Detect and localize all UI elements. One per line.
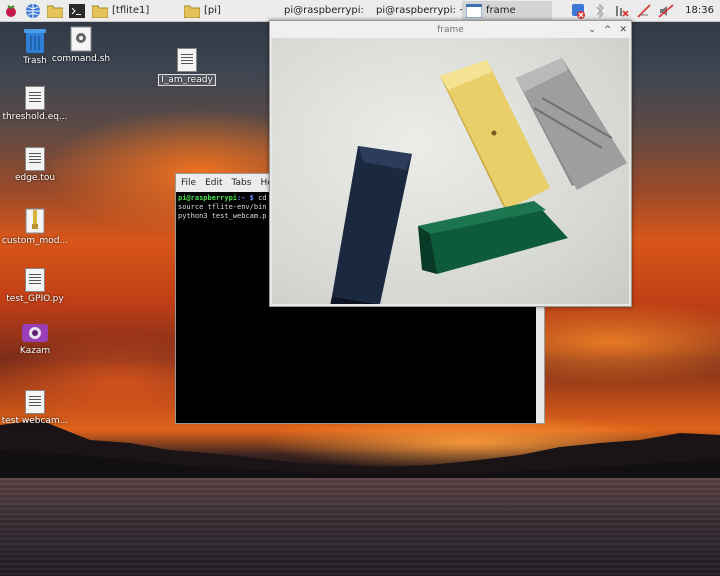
frame-titlebar[interactable]: frame ⌄ ^ ✕: [270, 21, 631, 38]
desktop-icon-i-am-ready[interactable]: I_am_ready: [152, 48, 222, 86]
close-button[interactable]: ✕: [619, 25, 627, 35]
kazam-camera-icon: [22, 324, 48, 342]
task-frame[interactable]: frame: [462, 0, 552, 21]
menu-file[interactable]: File: [181, 178, 196, 188]
desktop-icon-threshold[interactable]: threshold.eq...: [0, 86, 70, 122]
archive-file-icon: [25, 208, 45, 234]
minimize-button[interactable]: ⌄: [588, 25, 596, 35]
prompt-command: cd: [253, 194, 267, 202]
desktop-icon-label: test webcam...: [1, 416, 69, 426]
webcam-photo-blocks: [330, 58, 627, 304]
navy-block: [330, 146, 412, 304]
network-disconnected-icon[interactable]: [613, 2, 631, 20]
task-pi-folder[interactable]: [pi]: [180, 1, 276, 21]
text-file-icon: [177, 48, 197, 72]
webcam-image: [272, 38, 629, 304]
text-file-icon: [25, 147, 45, 171]
frame-title: frame: [437, 24, 464, 35]
folder-icon: [47, 5, 63, 18]
text-file-icon: [25, 390, 45, 414]
mic-muted-icon[interactable]: [635, 2, 653, 20]
wallpaper-water: [0, 478, 720, 576]
menu-tabs[interactable]: Tabs: [232, 178, 252, 188]
script-gear-icon: [70, 26, 92, 52]
browser-launcher[interactable]: [22, 0, 44, 22]
desktop-icon-test-gpio[interactable]: test_GPIO.py: [0, 268, 70, 304]
folder-icon: [92, 5, 108, 18]
desktop-icon-label: Trash: [23, 56, 47, 66]
volume-muted-icon[interactable]: [657, 2, 675, 20]
desktop-icon-test-webcam[interactable]: test webcam...: [0, 390, 70, 426]
menu-edit[interactable]: Edit: [205, 178, 222, 188]
task-label: [tflite1]: [112, 5, 150, 16]
task-label: pi@raspberrypi: ~: [376, 5, 462, 16]
clock[interactable]: 18:36: [685, 5, 714, 16]
task-terminal-2[interactable]: pi@raspberrypi: ~: [368, 1, 462, 21]
file-manager-launcher[interactable]: [44, 0, 66, 22]
task-tflite1[interactable]: [tflite1]: [88, 1, 180, 21]
taskbar: [tflite1] [pi] pi@raspberrypi: ... pi@ra…: [0, 0, 720, 22]
task-label: frame: [486, 5, 516, 16]
desktop-icon-label: edge.tou: [14, 173, 56, 183]
task-terminal-1[interactable]: pi@raspberrypi: ...: [276, 1, 368, 21]
text-file-icon: [25, 86, 45, 110]
desktop-icon-edge[interactable]: edge.tou: [0, 147, 70, 183]
folder-icon: [184, 5, 200, 18]
trash-icon: [24, 29, 46, 53]
frame-window[interactable]: frame ⌄ ^ ✕: [269, 20, 632, 307]
desktop-icon-label: I_am_ready: [158, 74, 216, 86]
raspberry-menu-button[interactable]: [0, 0, 22, 22]
desktop-icon-label: Kazam: [19, 346, 51, 356]
window-icon: [466, 3, 482, 18]
raspberry-icon: [6, 4, 16, 17]
system-tray: 18:36: [569, 2, 720, 20]
desktop-icon-kazam[interactable]: Kazam: [0, 322, 70, 356]
prompt-user: pi@raspberrypi: [178, 194, 238, 202]
desktop-icon-label: test_GPIO.py: [6, 294, 64, 304]
bluetooth-icon[interactable]: [591, 2, 609, 20]
text-file-icon: [25, 268, 45, 292]
task-label: pi@raspberrypi: ...: [284, 5, 368, 16]
desktop-icon-label: command.sh: [51, 54, 111, 64]
desktop-icon-label: custom_mod...: [1, 236, 69, 246]
desktop-icon-command-sh[interactable]: command.sh: [46, 26, 116, 64]
green-block: [418, 201, 568, 274]
prompt-path: :~ $: [237, 194, 254, 202]
update-icon[interactable]: [569, 2, 587, 20]
terminal-icon: [69, 3, 85, 18]
maximize-button[interactable]: ^: [604, 25, 612, 35]
globe-icon: [26, 3, 40, 18]
desktop-icon-label: threshold.eq...: [2, 112, 68, 122]
terminal-launcher[interactable]: [66, 0, 88, 22]
task-label: [pi]: [204, 5, 221, 16]
window-controls: ⌄ ^ ✕: [588, 21, 627, 38]
desktop-icon-custom-model[interactable]: custom_mod...: [0, 208, 70, 246]
